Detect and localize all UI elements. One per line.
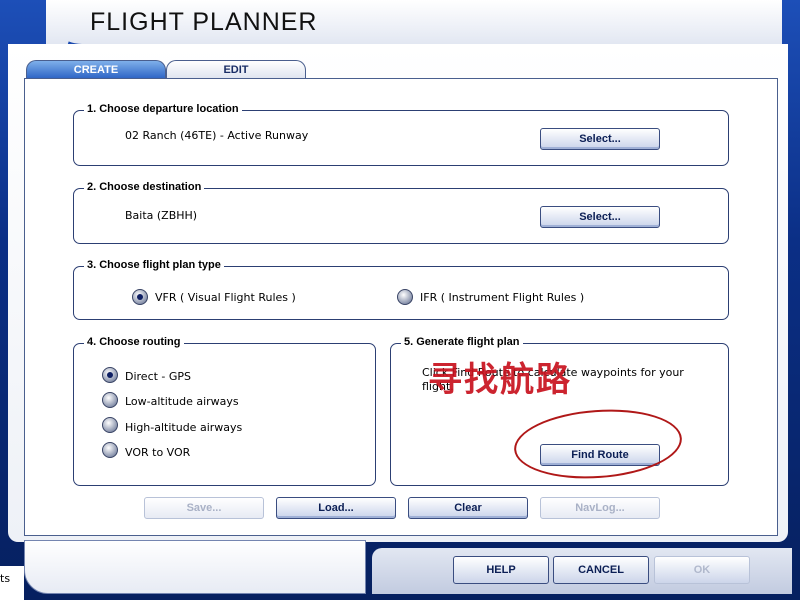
vfr-radio[interactable] bbox=[132, 289, 148, 305]
load-button[interactable]: Load... bbox=[276, 497, 396, 519]
generate-legend: 5. Generate flight plan bbox=[401, 336, 523, 348]
routing-group: 4. Choose routing bbox=[73, 336, 376, 486]
high-altitude-radio[interactable] bbox=[102, 417, 118, 433]
ifr-label[interactable]: IFR ( Instrument Flight Rules ) bbox=[420, 291, 584, 304]
ifr-radio[interactable] bbox=[397, 289, 413, 305]
direct-gps-label[interactable]: Direct - GPS bbox=[125, 370, 191, 383]
plan-type-legend: 3. Choose flight plan type bbox=[84, 259, 224, 271]
tab-edit[interactable]: EDIT bbox=[166, 60, 306, 79]
vfr-label[interactable]: VFR ( Visual Flight Rules ) bbox=[155, 291, 296, 304]
departure-legend: 1. Choose departure location bbox=[84, 103, 242, 115]
navlog-button[interactable]: NavLog... bbox=[540, 497, 660, 519]
cancel-button[interactable]: CANCEL bbox=[553, 556, 649, 584]
vor-to-vor-radio[interactable] bbox=[102, 442, 118, 458]
departure-value: 02 Ranch (46TE) - Active Runway bbox=[125, 129, 309, 142]
low-altitude-radio[interactable] bbox=[102, 392, 118, 408]
departure-select-button[interactable]: Select... bbox=[540, 128, 660, 150]
destination-legend: 2. Choose destination bbox=[84, 181, 205, 193]
save-button[interactable]: Save... bbox=[144, 497, 264, 519]
footer-left-panel bbox=[24, 540, 366, 594]
destination-select-button[interactable]: Select... bbox=[540, 206, 660, 228]
low-altitude-label[interactable]: Low-altitude airways bbox=[125, 395, 239, 408]
footer-side-text: ts bbox=[0, 572, 11, 585]
ok-button[interactable]: OK bbox=[654, 556, 750, 584]
destination-value: Baita (ZBHH) bbox=[125, 209, 198, 222]
window-title: FLIGHT PLANNER bbox=[90, 8, 318, 36]
help-button[interactable]: HELP bbox=[453, 556, 549, 584]
clear-button[interactable]: Clear bbox=[408, 497, 528, 519]
direct-gps-radio[interactable] bbox=[102, 367, 118, 383]
annotation-text: 寻找航路 bbox=[428, 360, 572, 400]
tab-create[interactable]: CREATE bbox=[26, 60, 166, 79]
routing-legend: 4. Choose routing bbox=[84, 336, 184, 348]
high-altitude-label[interactable]: High-altitude airways bbox=[125, 421, 242, 434]
vor-to-vor-label[interactable]: VOR to VOR bbox=[125, 446, 190, 459]
